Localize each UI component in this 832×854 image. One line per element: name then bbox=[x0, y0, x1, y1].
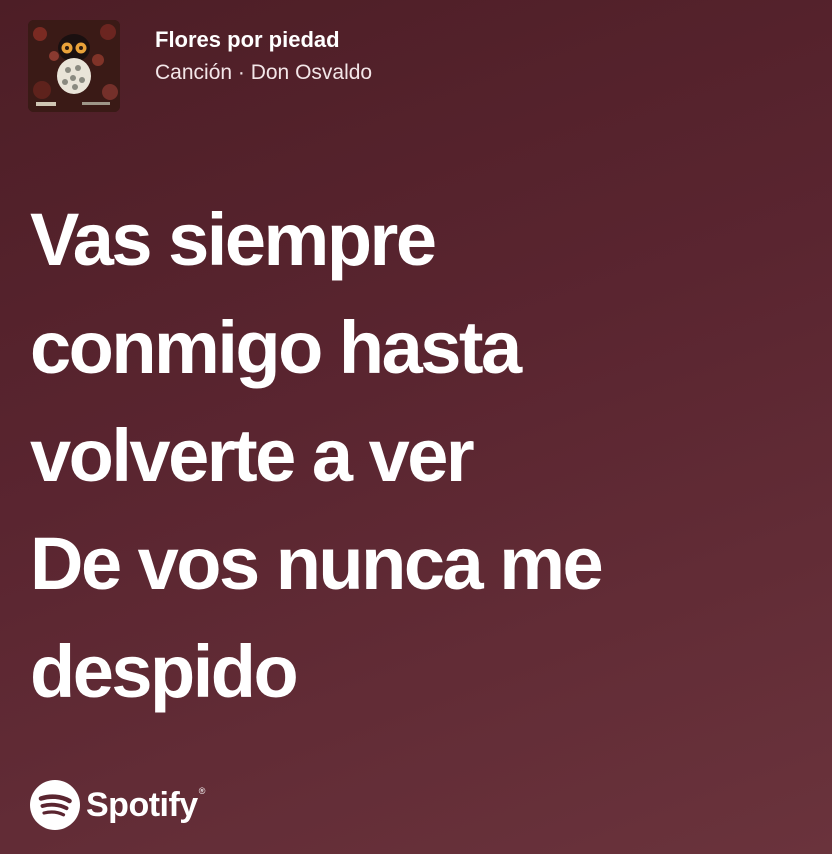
lyric-line: conmigo hasta bbox=[30, 306, 522, 389]
registered-mark: ® bbox=[198, 785, 206, 796]
track-meta: Flores por piedad Canción · Don Osvaldo bbox=[155, 20, 372, 88]
lyrics-block: Vas siempre conmigo hasta volverte a ver… bbox=[30, 186, 810, 726]
spotify-logo-icon bbox=[30, 780, 80, 830]
song-subtitle: Canción · Don Osvaldo bbox=[155, 61, 373, 84]
lyrics-share-card: Flores por piedad Canción · Don Osvaldo … bbox=[0, 0, 832, 854]
song-title: Flores por piedad bbox=[155, 27, 340, 52]
spotify-name: Spotify bbox=[86, 785, 198, 824]
album-cover-icon bbox=[28, 20, 120, 112]
spotify-branding: Spotify® bbox=[30, 780, 205, 830]
track-header: Flores por piedad Canción · Don Osvaldo bbox=[28, 20, 372, 112]
lyric-line: volverte a ver bbox=[30, 414, 475, 497]
lyric-line: De vos nunca me bbox=[30, 522, 604, 605]
lyric-line: Vas siempre bbox=[30, 198, 437, 281]
lyric-line: despido bbox=[30, 630, 299, 713]
spotify-wordmark: Spotify® bbox=[86, 786, 205, 825]
